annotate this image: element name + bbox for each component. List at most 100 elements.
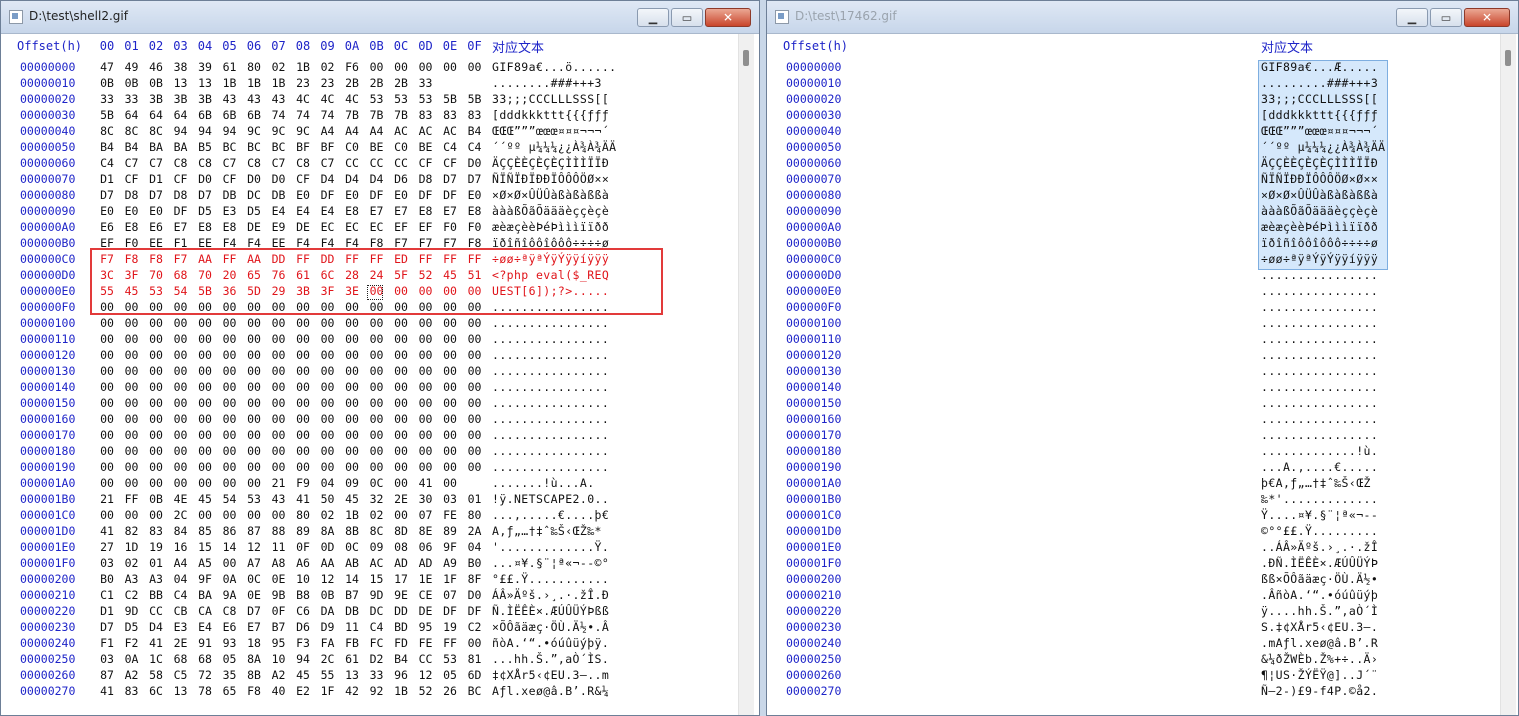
row-text[interactable]: [dddkkkttt{{{ƒƒƒ xyxy=(492,108,609,122)
hex-row[interactable]: 00000240056D41836C137865F840E21F42921B52… xyxy=(767,636,1518,652)
hex-byte[interactable]: EC xyxy=(368,220,386,234)
hex-byte[interactable]: AC xyxy=(417,124,435,138)
hex-byte[interactable]: B0 xyxy=(466,556,484,570)
row-text[interactable]: GIF89a€...Æ..... xyxy=(1261,60,1378,74)
hex-byte[interactable]: D7 xyxy=(147,188,165,202)
hex-byte[interactable]: 00 xyxy=(392,396,410,410)
row-text[interactable]: .......!ù...A. xyxy=(492,476,595,490)
hex-byte[interactable]: 00 xyxy=(392,316,410,330)
hex-byte[interactable]: 43 xyxy=(221,92,239,106)
row-text[interactable]: °££.Ÿ........... xyxy=(492,572,609,586)
hex-byte[interactable]: BA xyxy=(196,588,214,602)
vertical-scrollbar[interactable] xyxy=(738,34,754,715)
hex-byte[interactable]: DE xyxy=(245,220,263,234)
row-text[interactable]: ................ xyxy=(1261,284,1378,298)
hex-byte[interactable]: 23 xyxy=(319,76,337,90)
hex-byte[interactable]: 00 xyxy=(123,508,141,522)
hex-byte[interactable]: F0 xyxy=(466,220,484,234)
hex-byte[interactable]: A4 xyxy=(172,556,190,570)
hex-byte[interactable]: B4 xyxy=(466,124,484,138)
hex-byte[interactable]: 00 xyxy=(123,380,141,394)
row-text[interactable]: ................ xyxy=(1261,380,1378,394)
row-text[interactable]: ................ xyxy=(1261,412,1378,426)
hex-byte[interactable]: 00 xyxy=(319,348,337,362)
hex-row[interactable]: 000000B0EFF0EEF1EEF4F4EEF4F4F4F8F7F7F7F8… xyxy=(767,236,1518,252)
hex-byte[interactable]: DE xyxy=(417,604,435,618)
hex-byte[interactable]: AA xyxy=(319,556,337,570)
hex-byte[interactable]: 06 xyxy=(417,540,435,554)
hex-row[interactable]: 00000000 47 49 46 38 39 61 80 02 1B 02 F6 00 00 00 00 00… xyxy=(1,60,759,76)
hex-byte[interactable]: DB xyxy=(221,188,239,202)
hex-byte[interactable]: CF xyxy=(441,156,459,170)
hex-byte[interactable]: 00 xyxy=(392,380,410,394)
hex-byte[interactable]: 2C xyxy=(319,652,337,666)
hex-row[interactable]: 00000120 00 00 00 00 00 00 00 00 00 00 00 00 00 00 00 00… xyxy=(1,348,759,364)
hex-byte[interactable]: 00 xyxy=(466,636,484,650)
hex-byte[interactable]: 00 xyxy=(294,444,312,458)
row-text[interactable]: ................ xyxy=(492,332,609,346)
hex-byte[interactable]: 00 xyxy=(221,380,239,394)
hex-byte[interactable]: 91 xyxy=(196,636,214,650)
hex-byte[interactable]: 00 xyxy=(466,332,484,346)
hex-byte[interactable]: 68 xyxy=(196,652,214,666)
hex-byte[interactable]: E8 xyxy=(196,220,214,234)
hex-byte[interactable]: 00 xyxy=(245,412,263,426)
hex-byte[interactable]: 53 xyxy=(392,92,410,106)
hex-byte[interactable]: 2E xyxy=(172,636,190,650)
hex-byte[interactable]: AB xyxy=(343,556,361,570)
hex-byte[interactable]: 49 xyxy=(123,60,141,74)
row-text[interactable]: ................ xyxy=(492,316,609,330)
hex-byte[interactable]: 00 xyxy=(441,396,459,410)
hex-byte[interactable]: 01 xyxy=(466,492,484,506)
hex-byte[interactable]: 00 xyxy=(368,348,386,362)
row-text[interactable]: ................ xyxy=(492,380,609,394)
hex-byte[interactable]: 0A xyxy=(221,572,239,586)
hex-byte[interactable]: D5 xyxy=(196,204,214,218)
hex-byte[interactable]: 00 xyxy=(196,332,214,346)
hex-byte[interactable]: 00 xyxy=(368,444,386,458)
hex-row[interactable]: 00000220 D1 9D CC CB CA C8 D7 0F C6 DA DB DC DD DE DF DF… xyxy=(1,604,759,620)
hex-byte[interactable]: 8C xyxy=(147,124,165,138)
hex-byte[interactable]: 1F xyxy=(441,572,459,586)
hex-byte[interactable]: 00 xyxy=(98,364,116,378)
hex-byte[interactable]: C0 xyxy=(392,140,410,154)
hex-byte[interactable]: 00 xyxy=(343,380,361,394)
hex-row[interactable]: 000001C0 00 00 00 2C 00 00 00 00 80 02 1B 02 00 07 FE 80… xyxy=(1,508,759,524)
hex-row[interactable]: 0000011000000000000000000000000000000000… xyxy=(767,332,1518,348)
hex-byte[interactable]: 03 xyxy=(98,556,116,570)
hex-byte[interactable]: D5 xyxy=(123,620,141,634)
row-text[interactable]: ................ xyxy=(492,444,609,458)
hex-byte[interactable]: 00 xyxy=(441,444,459,458)
close-button[interactable]: ✕ xyxy=(705,8,751,27)
hex-row[interactable]: 0000011000000000000000000000000000000000… xyxy=(1,332,759,348)
hex-row[interactable]: 0000010000000000000000000000000000000000… xyxy=(767,316,1518,332)
hex-byte[interactable]: D6 xyxy=(392,172,410,186)
hex-byte[interactable]: 00 xyxy=(294,428,312,442)
hex-byte[interactable]: FE xyxy=(417,636,435,650)
hex-byte[interactable]: 92 xyxy=(368,684,386,698)
hex-byte[interactable]: 00 xyxy=(441,428,459,442)
hex-byte[interactable]: DF xyxy=(441,604,459,618)
hex-byte[interactable]: 33 xyxy=(417,76,435,90)
hex-row[interactable]: 0000015000000000000000000000000000000000… xyxy=(767,396,1518,412)
row-text[interactable]: ïðîñîôôîôôô÷÷÷÷ø xyxy=(1261,236,1378,250)
hex-row[interactable]: 00000230 D7 D5 D4 E3 E4 E6 E7 B7 D6 D9 11 C4 BD 95 19 C2… xyxy=(1,620,759,636)
hex-byte[interactable]: CF xyxy=(294,172,312,186)
hex-byte[interactable]: 42 xyxy=(343,684,361,698)
hex-row[interactable]: 00000220FF00030A1C6868058A10942C61D2B4CC… xyxy=(767,604,1518,620)
hex-byte[interactable]: F6 xyxy=(343,60,361,74)
hex-byte[interactable]: 00 xyxy=(392,348,410,362)
hex-byte[interactable]: BA xyxy=(172,140,190,154)
hex-byte[interactable]: B8 xyxy=(294,588,312,602)
hex-byte[interactable]: 80 xyxy=(245,60,263,74)
row-text[interactable]: ©°°££.Ÿ......... xyxy=(1261,524,1378,538)
hex-byte[interactable]: E3 xyxy=(221,204,239,218)
hex-byte[interactable]: 9D xyxy=(123,604,141,618)
hex-byte[interactable]: 00 xyxy=(417,444,435,458)
hex-byte[interactable]: 11 xyxy=(270,540,288,554)
hex-byte[interactable]: 00 xyxy=(196,412,214,426)
hex-byte[interactable]: 00 xyxy=(343,412,361,426)
hex-byte[interactable]: FF xyxy=(123,492,141,506)
hex-byte[interactable]: D0 xyxy=(466,156,484,170)
hex-byte[interactable]: 8C xyxy=(123,124,141,138)
